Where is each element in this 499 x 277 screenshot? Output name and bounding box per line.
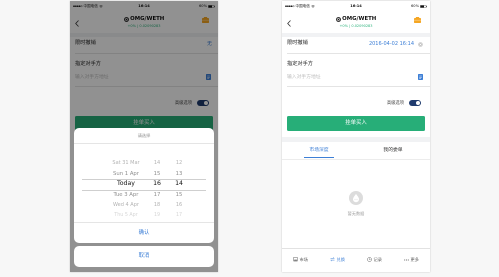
picker-hour: 19 bbox=[153, 212, 161, 218]
address-book-icon[interactable] bbox=[417, 74, 423, 80]
divider bbox=[74, 143, 214, 144]
picker-hour: 17 bbox=[153, 191, 161, 198]
picker-row[interactable]: Tue 3 Apr 17 15 bbox=[74, 190, 214, 201]
toggle-knob bbox=[415, 100, 421, 106]
advanced-options-toggle[interactable] bbox=[409, 100, 421, 106]
history-icon bbox=[367, 257, 372, 262]
battery-percent: 60% bbox=[411, 4, 419, 9]
divider bbox=[287, 86, 430, 87]
picker-title: 请选择 bbox=[137, 133, 151, 138]
place-buy-order-button[interactable]: 挂单买入 bbox=[287, 116, 425, 131]
picker-date: Wed 4 Apr bbox=[113, 202, 139, 208]
counterparty-address-input[interactable] bbox=[287, 73, 409, 81]
picker-date: Tue 3 Apr bbox=[113, 191, 139, 198]
picker-date: Today bbox=[117, 180, 135, 187]
pair-price-subtitle: +0% | 0.02090283 bbox=[339, 24, 373, 28]
wallet-icon[interactable] bbox=[414, 17, 421, 23]
empty-drop-icon bbox=[349, 191, 363, 205]
empty-state-text: 暂无数据 bbox=[347, 210, 365, 216]
picker-minute: 13 bbox=[175, 170, 183, 177]
left-phone-screen: 中国电信 16:14 60% OMG/WETH +0% | 0.02090283… bbox=[70, 1, 218, 272]
omg-logo-icon bbox=[335, 16, 341, 22]
tab-market-depth[interactable]: 市场深度 bbox=[282, 142, 356, 159]
bottom-nav-label: 兑换 bbox=[336, 256, 345, 262]
datetime-picker-wheel[interactable]: Sat 31 Mar 14 12 Sun 1 Apr 15 13 Today 1… bbox=[74, 158, 214, 221]
bottom-nav-label: 更多 bbox=[410, 256, 419, 262]
picker-hour: 15 bbox=[153, 170, 161, 177]
picker-row[interactable]: Wed 4 Apr 18 16 bbox=[74, 200, 214, 211]
tab-my-orders[interactable]: 我的委单 bbox=[356, 142, 430, 159]
expiry-label: 限时撤销 bbox=[287, 40, 308, 46]
picker-date: Sat 31 Mar bbox=[112, 160, 140, 166]
right-phone-screen: 中国电信 16:14 60% OMG/WETH +0% | 0.02090283… bbox=[282, 1, 430, 272]
market-icon bbox=[293, 257, 298, 262]
picker-minute: 14 bbox=[175, 180, 183, 187]
cancel-button[interactable]: 取消 bbox=[74, 246, 214, 267]
more-icon bbox=[404, 258, 409, 261]
bottom-nav-label: 记录 bbox=[373, 256, 382, 262]
cancel-sheet: 取消 bbox=[74, 246, 214, 267]
advanced-options-label: 高级选项 bbox=[386, 100, 404, 106]
swap-icon bbox=[330, 257, 335, 262]
picker-minute: 15 bbox=[175, 191, 183, 198]
picker-date: Sun 1 Apr bbox=[113, 170, 139, 177]
divider bbox=[287, 53, 430, 54]
picker-minute: 16 bbox=[175, 202, 183, 208]
expiry-value[interactable]: 2016-04-02 16:14 bbox=[369, 41, 414, 47]
picker-row[interactable]: Today 16 14 bbox=[74, 179, 214, 190]
clock-label: 16:14 bbox=[350, 4, 362, 9]
picker-date: Thu 5 Apr bbox=[114, 212, 138, 218]
bottom-tab-bar: 市场 兑换 记录 更多 bbox=[282, 248, 430, 270]
nav-bar: OMG/WETH +0% | 0.02090283 bbox=[282, 12, 430, 33]
pair-name: OMG/WETH bbox=[342, 16, 377, 22]
confirm-button[interactable]: 确认 bbox=[74, 223, 214, 244]
bottom-nav-market[interactable]: 市场 bbox=[282, 249, 319, 270]
order-tabs: 市场深度 我的委单 bbox=[282, 142, 430, 159]
bottom-nav-swap[interactable]: 兑换 bbox=[319, 249, 356, 270]
picker-hour: 14 bbox=[153, 160, 161, 166]
picker-row[interactable]: Sun 1 Apr 15 13 bbox=[74, 169, 214, 180]
pair-title: OMG/WETH bbox=[282, 16, 430, 22]
clear-icon[interactable] bbox=[418, 41, 423, 47]
picker-row[interactable]: Thu 5 Apr 19 17 bbox=[74, 211, 214, 222]
picker-minute: 17 bbox=[175, 212, 183, 218]
picker-row[interactable]: Sat 31 Mar 14 12 bbox=[74, 158, 214, 169]
battery-icon bbox=[420, 5, 427, 9]
status-bar: 中国电信 16:14 60% bbox=[282, 1, 430, 12]
datetime-picker-sheet: 请选择 Sat 31 Mar 14 12 Sun 1 Apr 15 13 Tod… bbox=[74, 128, 214, 243]
counterparty-label: 指定对手方 bbox=[287, 61, 313, 67]
bottom-nav-history[interactable]: 记录 bbox=[356, 249, 393, 270]
picker-hour: 18 bbox=[153, 202, 161, 208]
bottom-nav-more[interactable]: 更多 bbox=[393, 249, 430, 270]
section-separator bbox=[282, 33, 430, 37]
picker-hour: 16 bbox=[153, 180, 161, 187]
divider bbox=[282, 159, 430, 160]
picker-minute: 12 bbox=[175, 160, 183, 166]
bottom-nav-label: 市场 bbox=[299, 256, 308, 262]
